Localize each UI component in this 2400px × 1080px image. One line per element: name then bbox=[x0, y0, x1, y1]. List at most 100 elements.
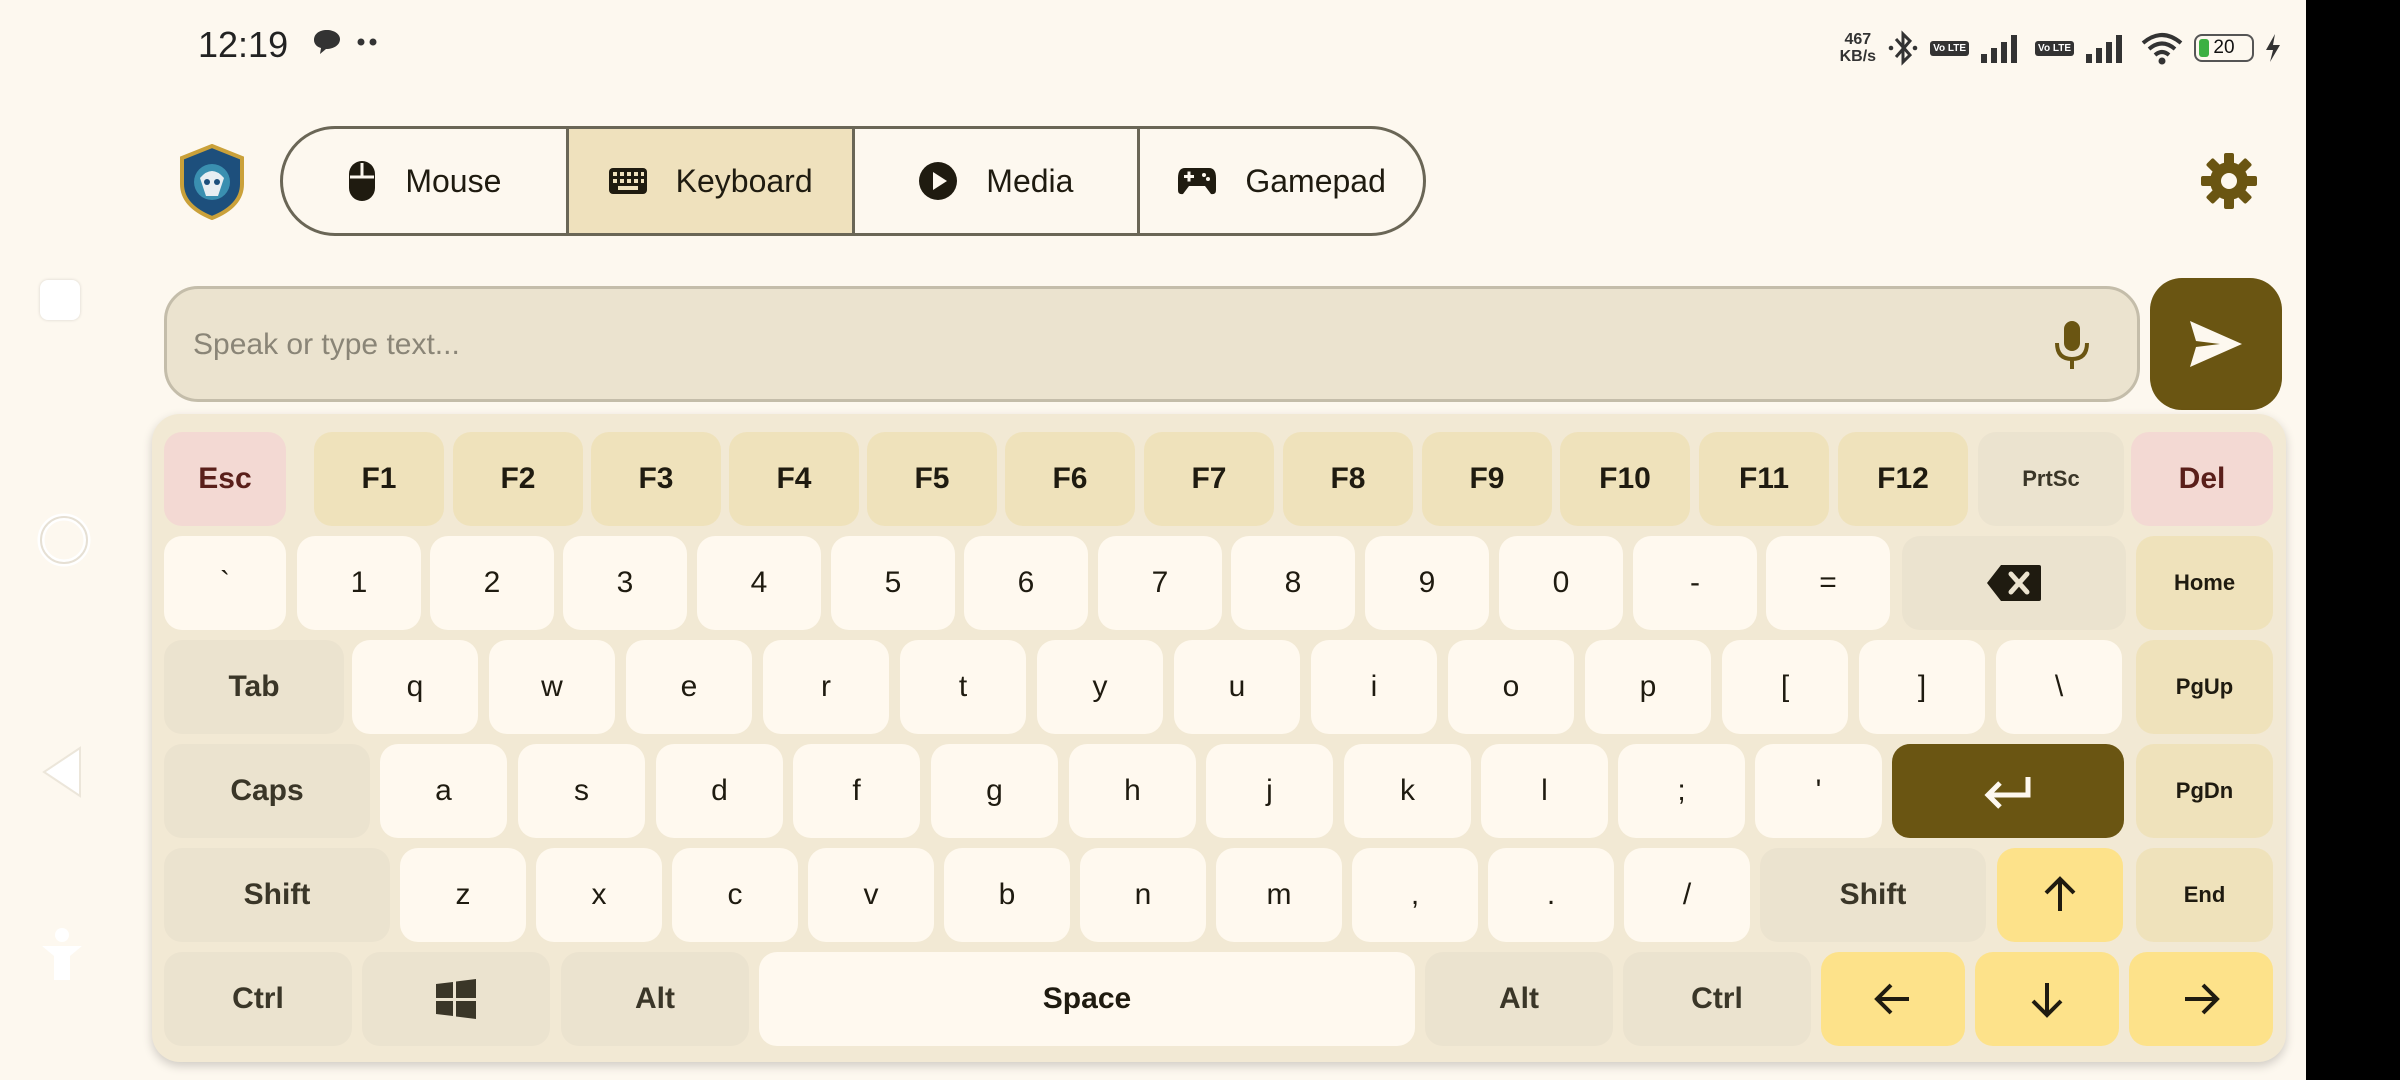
key-pgup[interactable]: PgUp bbox=[2136, 640, 2273, 734]
key-j[interactable]: j bbox=[1206, 744, 1333, 838]
key-right-bracket[interactable]: ] bbox=[1859, 640, 1985, 734]
key-arrow-left[interactable] bbox=[1821, 952, 1965, 1046]
key-z[interactable]: z bbox=[400, 848, 526, 942]
key-backspace[interactable] bbox=[1902, 536, 2126, 630]
key-arrow-down[interactable] bbox=[1975, 952, 2119, 1046]
key-e[interactable]: e bbox=[626, 640, 752, 734]
key-6[interactable]: 6 bbox=[964, 536, 1088, 630]
send-button[interactable] bbox=[2150, 278, 2282, 410]
back-icon[interactable] bbox=[40, 746, 84, 803]
key-8[interactable]: 8 bbox=[1231, 536, 1355, 630]
key-backslash[interactable]: \ bbox=[1996, 640, 2122, 734]
key-f12[interactable]: F12 bbox=[1838, 432, 1968, 526]
accessibility-icon[interactable] bbox=[40, 926, 84, 987]
key-t[interactable]: t bbox=[900, 640, 1026, 734]
key-f9[interactable]: F9 bbox=[1422, 432, 1552, 526]
key-f4[interactable]: F4 bbox=[729, 432, 859, 526]
key-d[interactable]: d bbox=[656, 744, 783, 838]
speak-type-input[interactable] bbox=[191, 289, 1995, 401]
key-5[interactable]: 5 bbox=[831, 536, 955, 630]
key-i[interactable]: i bbox=[1311, 640, 1437, 734]
key-r[interactable]: r bbox=[763, 640, 889, 734]
key-f6[interactable]: F6 bbox=[1005, 432, 1135, 526]
key-f3[interactable]: F3 bbox=[591, 432, 721, 526]
key-c[interactable]: c bbox=[672, 848, 798, 942]
tab-gamepad[interactable]: Gamepad bbox=[1140, 129, 1423, 233]
key-del[interactable]: Del bbox=[2131, 432, 2273, 526]
key-0[interactable]: 0 bbox=[1499, 536, 1623, 630]
key-u[interactable]: u bbox=[1174, 640, 1300, 734]
key-p[interactable]: p bbox=[1585, 640, 1711, 734]
key-f7[interactable]: F7 bbox=[1144, 432, 1274, 526]
key-q[interactable]: q bbox=[352, 640, 478, 734]
key-y[interactable]: y bbox=[1037, 640, 1163, 734]
key-2[interactable]: 2 bbox=[430, 536, 554, 630]
key-l[interactable]: l bbox=[1481, 744, 1608, 838]
volte-badge-2: Vo LTE bbox=[2035, 40, 2074, 56]
key-h[interactable]: h bbox=[1069, 744, 1196, 838]
key-f8[interactable]: F8 bbox=[1283, 432, 1413, 526]
key-9[interactable]: 9 bbox=[1365, 536, 1489, 630]
settings-button[interactable] bbox=[2200, 152, 2258, 210]
key-f5[interactable]: F5 bbox=[867, 432, 997, 526]
key-shift-right[interactable]: Shift bbox=[1760, 848, 1986, 942]
key-ctrl-left[interactable]: Ctrl bbox=[164, 952, 352, 1046]
arrow-down-icon bbox=[2031, 983, 2063, 1018]
mic-button[interactable] bbox=[2049, 319, 2095, 371]
key-space[interactable]: Space bbox=[759, 952, 1415, 1046]
key-left-bracket[interactable]: [ bbox=[1722, 640, 1848, 734]
home-icon[interactable] bbox=[36, 512, 92, 573]
key-s[interactable]: s bbox=[518, 744, 645, 838]
key-ctrl-right[interactable]: Ctrl bbox=[1623, 952, 1811, 1046]
key-comma[interactable]: , bbox=[1352, 848, 1478, 942]
key-tab[interactable]: Tab bbox=[164, 640, 344, 734]
key-arrow-up[interactable] bbox=[1997, 848, 2123, 942]
key-quote[interactable]: ' bbox=[1755, 744, 1882, 838]
key-f10[interactable]: F10 bbox=[1560, 432, 1690, 526]
key-prtsc[interactable]: PrtSc bbox=[1978, 432, 2124, 526]
key-home[interactable]: Home bbox=[2136, 536, 2273, 630]
key-esc[interactable]: Esc bbox=[164, 432, 286, 526]
key-backtick[interactable]: ` bbox=[164, 536, 286, 630]
key-f2[interactable]: F2 bbox=[453, 432, 583, 526]
key-equals[interactable]: = bbox=[1766, 536, 1890, 630]
tab-media[interactable]: Media bbox=[855, 129, 1141, 233]
key-f1[interactable]: F1 bbox=[314, 432, 444, 526]
key-w[interactable]: w bbox=[489, 640, 615, 734]
key-m[interactable]: m bbox=[1216, 848, 1342, 942]
arrow-left-icon bbox=[1874, 983, 1909, 1015]
key-f11[interactable]: F11 bbox=[1699, 432, 1829, 526]
key-caps[interactable]: Caps bbox=[164, 744, 370, 838]
key-pgdn[interactable]: PgDn bbox=[2136, 744, 2273, 838]
key-shift-left[interactable]: Shift bbox=[164, 848, 390, 942]
key-1[interactable]: 1 bbox=[297, 536, 421, 630]
key-g[interactable]: g bbox=[931, 744, 1058, 838]
key-windows[interactable] bbox=[362, 952, 550, 1046]
key-arrow-right[interactable] bbox=[2129, 952, 2273, 1046]
key-v[interactable]: v bbox=[808, 848, 934, 942]
keyboard-icon bbox=[608, 168, 647, 194]
key-x[interactable]: x bbox=[536, 848, 662, 942]
key-o[interactable]: o bbox=[1448, 640, 1574, 734]
key-minus[interactable]: - bbox=[1633, 536, 1757, 630]
key-alt-left[interactable]: Alt bbox=[561, 952, 749, 1046]
key-b[interactable]: b bbox=[944, 848, 1070, 942]
key-a[interactable]: a bbox=[380, 744, 507, 838]
tab-keyboard[interactable]: Keyboard bbox=[568, 129, 855, 233]
key-4[interactable]: 4 bbox=[697, 536, 821, 630]
arrow-up-icon bbox=[2044, 876, 2076, 911]
gamepad-icon bbox=[1178, 168, 1217, 195]
key-3[interactable]: 3 bbox=[563, 536, 687, 630]
recents-icon[interactable] bbox=[40, 280, 80, 320]
tab-mouse[interactable]: Mouse bbox=[283, 129, 569, 233]
key-k[interactable]: k bbox=[1344, 744, 1471, 838]
key-f[interactable]: f bbox=[793, 744, 920, 838]
key-period[interactable]: . bbox=[1488, 848, 1614, 942]
key-enter[interactable] bbox=[1892, 744, 2124, 838]
key-n[interactable]: n bbox=[1080, 848, 1206, 942]
key-7[interactable]: 7 bbox=[1098, 536, 1222, 630]
key-slash[interactable]: / bbox=[1624, 848, 1750, 942]
key-semicolon[interactable]: ; bbox=[1618, 744, 1745, 838]
key-end[interactable]: End bbox=[2136, 848, 2273, 942]
key-alt-right[interactable]: Alt bbox=[1425, 952, 1613, 1046]
